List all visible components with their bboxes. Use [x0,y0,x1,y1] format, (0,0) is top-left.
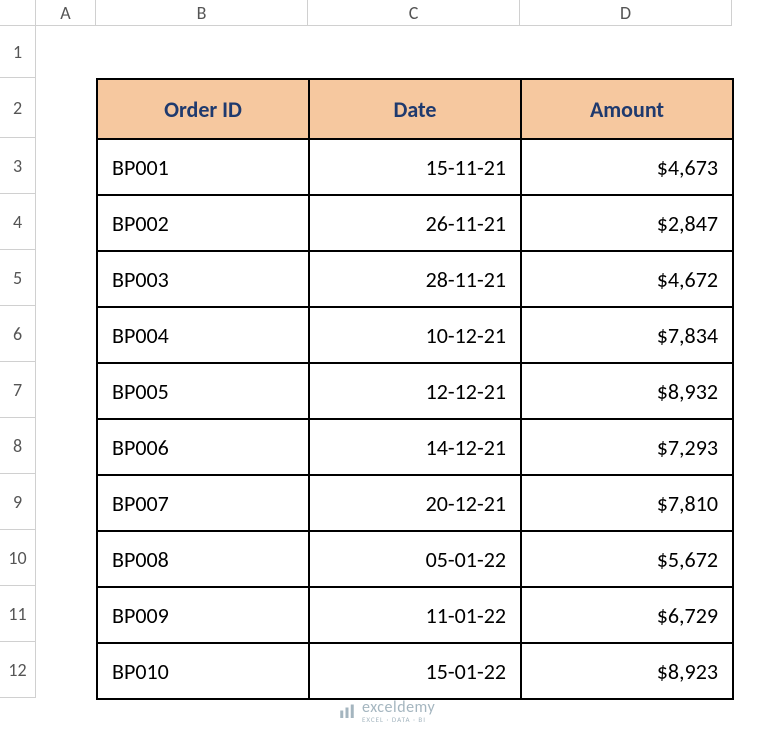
row-header-1[interactable]: 1 [0,26,36,78]
row-header-4[interactable]: 4 [0,194,36,250]
row-header-8[interactable]: 8 [0,418,36,474]
select-all-corner[interactable] [0,0,36,26]
cell-order-id[interactable]: BP006 [97,419,309,475]
table-row: BP001 15-11-21 $4,673 [97,139,733,195]
cell-date[interactable]: 10-12-21 [309,307,521,363]
cell-amount[interactable]: $2,847 [521,195,733,251]
spreadsheet: A B C D 1 2 3 4 5 6 7 8 9 10 11 12 Order… [0,0,767,731]
header-date[interactable]: Date [309,79,521,139]
cell-amount[interactable]: $8,932 [521,363,733,419]
cell-order-id[interactable]: BP007 [97,475,309,531]
cell-order-id[interactable]: BP009 [97,587,309,643]
cell-date[interactable]: 14-12-21 [309,419,521,475]
header-order-id[interactable]: Order ID [97,79,309,139]
row-header-7[interactable]: 7 [0,362,36,418]
cell-order-id[interactable]: BP001 [97,139,309,195]
table-header-row: Order ID Date Amount [97,79,733,139]
cell-amount[interactable]: $5,672 [521,531,733,587]
watermark: exceldemy EXCEL · DATA · BI [338,700,435,723]
cell-date[interactable]: 28-11-21 [309,251,521,307]
table-row: BP007 20-12-21 $7,810 [97,475,733,531]
cell-order-id[interactable]: BP002 [97,195,309,251]
table-row: BP006 14-12-21 $7,293 [97,419,733,475]
table-row: BP010 15-01-22 $8,923 [97,643,733,699]
column-header-C[interactable]: C [308,0,520,26]
column-header-B[interactable]: B [96,0,308,26]
cell-date[interactable]: 12-12-21 [309,363,521,419]
cell-amount[interactable]: $7,293 [521,419,733,475]
cell-amount[interactable]: $7,834 [521,307,733,363]
cell-amount[interactable]: $7,810 [521,475,733,531]
row-header-2[interactable]: 2 [0,78,36,138]
cell-date[interactable]: 15-01-22 [309,643,521,699]
data-table: Order ID Date Amount BP001 15-11-21 $4,6… [96,78,734,700]
watermark-icon [338,703,356,721]
table-row: BP008 05-01-22 $5,672 [97,531,733,587]
header-amount[interactable]: Amount [521,79,733,139]
cell-date[interactable]: 05-01-22 [309,531,521,587]
table-row: BP003 28-11-21 $4,672 [97,251,733,307]
cell-amount[interactable]: $4,672 [521,251,733,307]
cell-date[interactable]: 26-11-21 [309,195,521,251]
cell-amount[interactable]: $6,729 [521,587,733,643]
column-header-A[interactable]: A [36,0,96,26]
cell-date[interactable]: 11-01-22 [309,587,521,643]
column-header-D[interactable]: D [520,0,732,26]
row-header-11[interactable]: 11 [0,586,36,642]
column-header-row: A B C D [0,0,767,26]
row-header-9[interactable]: 9 [0,474,36,530]
watermark-main: exceldemy [362,700,435,716]
watermark-sub: EXCEL · DATA · BI [362,716,435,723]
table-row: BP002 26-11-21 $2,847 [97,195,733,251]
table-row: BP004 10-12-21 $7,834 [97,307,733,363]
table-row: BP009 11-01-22 $6,729 [97,587,733,643]
cell-order-id[interactable]: BP010 [97,643,309,699]
row-header-column: 1 2 3 4 5 6 7 8 9 10 11 12 [0,26,36,731]
row-header-12[interactable]: 12 [0,642,36,698]
cell-order-id[interactable]: BP005 [97,363,309,419]
cell-order-id[interactable]: BP003 [97,251,309,307]
watermark-text: exceldemy EXCEL · DATA · BI [362,700,435,723]
row-header-5[interactable]: 5 [0,250,36,306]
cell-date[interactable]: 20-12-21 [309,475,521,531]
cell-amount[interactable]: $4,673 [521,139,733,195]
row-header-3[interactable]: 3 [0,138,36,194]
row-header-6[interactable]: 6 [0,306,36,362]
table-row: BP005 12-12-21 $8,932 [97,363,733,419]
cell-order-id[interactable]: BP008 [97,531,309,587]
body-area: 1 2 3 4 5 6 7 8 9 10 11 12 Order ID Date… [0,26,767,731]
cell-order-id[interactable]: BP004 [97,307,309,363]
cells-area[interactable]: Order ID Date Amount BP001 15-11-21 $4,6… [36,26,767,731]
row-header-10[interactable]: 10 [0,530,36,586]
cell-amount[interactable]: $8,923 [521,643,733,699]
cell-date[interactable]: 15-11-21 [309,139,521,195]
